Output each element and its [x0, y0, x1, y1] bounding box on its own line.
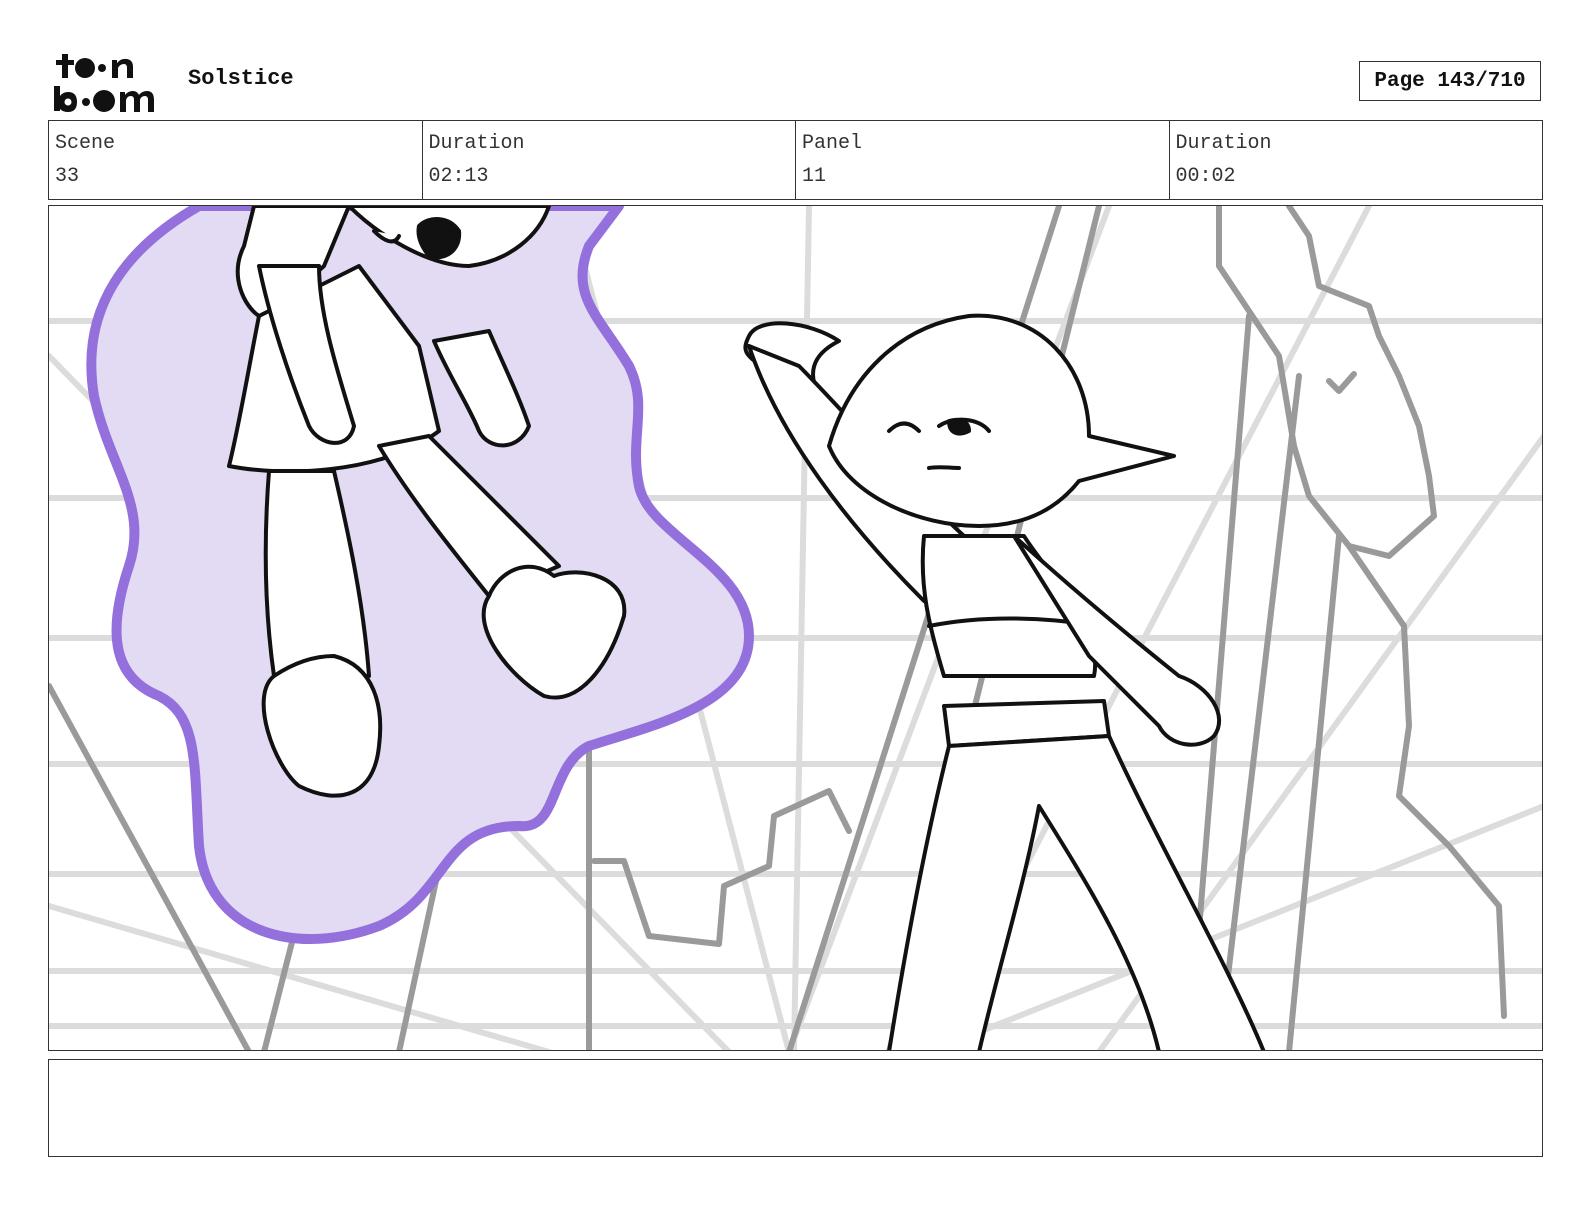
scene-duration-cell: Duration 02:13: [423, 121, 796, 199]
scene-cell: Scene 33: [49, 121, 423, 199]
scene-duration-value: 02:13: [428, 165, 489, 188]
storyboard-panel-image: [48, 205, 1543, 1051]
panel-duration-value: 00:02: [1175, 165, 1236, 188]
page-indicator: Page 143/710: [1359, 61, 1541, 101]
scene-label: Scene: [55, 132, 116, 155]
panel-label: Panel: [802, 132, 863, 155]
panel-duration-cell: Duration 00:02: [1170, 121, 1543, 199]
panel-notes-box: [48, 1059, 1543, 1157]
toon-boom-logo: [52, 52, 164, 112]
scene-duration-label: Duration: [428, 132, 525, 155]
panel-cell: Panel 11: [796, 121, 1170, 199]
scene-info-bar: Scene 33 Duration 02:13 Panel 11 Duratio…: [48, 120, 1543, 200]
magic-aura: [86, 206, 754, 944]
panel-value: 11: [802, 165, 827, 188]
project-title: Solstice: [188, 66, 294, 91]
panel-duration-label: Duration: [1175, 132, 1272, 155]
scene-value: 33: [55, 165, 80, 188]
